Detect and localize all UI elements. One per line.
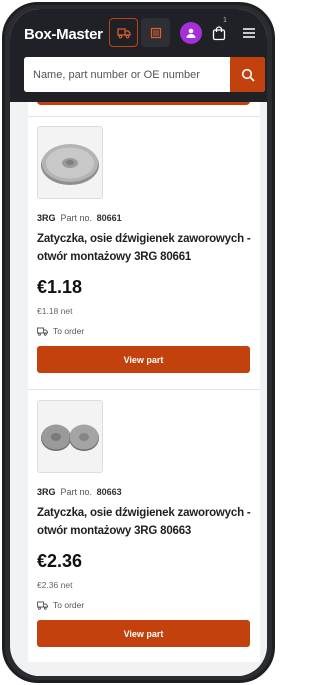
vehicle-button[interactable] — [109, 18, 138, 47]
availability-label: To order — [53, 326, 85, 336]
product-list: 3RG Part no. 80661 Zatyczka, osie dźwigie… — [28, 102, 260, 676]
logo[interactable]: Box-Master — [24, 26, 103, 43]
part-number: 80663 — [96, 487, 122, 497]
app-header: Box-Master 1 — [10, 9, 267, 102]
divider — [28, 389, 260, 390]
part-no-label: Part no. — [60, 487, 93, 497]
user-avatar[interactable] — [180, 22, 202, 44]
brand-label: 3RG — [37, 487, 56, 497]
divider — [28, 116, 260, 117]
menu-button[interactable] — [239, 23, 259, 43]
product-price: €2.36 — [37, 551, 83, 571]
double-plug-image — [41, 424, 99, 451]
phone-mockup: Box-Master 1 Name, part number or OE num… — [0, 0, 277, 685]
part-no-label: Part no. — [60, 213, 93, 223]
view-part-button[interactable]: View part — [37, 346, 250, 373]
garage-button[interactable] — [141, 18, 170, 47]
garage-icon — [150, 27, 161, 38]
product-image[interactable] — [37, 400, 103, 473]
part-meta: 3RG Part no. 80663 — [37, 487, 122, 497]
part-meta: 3RG Part no. 80661 — [37, 213, 122, 223]
part-number: 80661 — [96, 213, 122, 223]
single-plug-image — [41, 143, 99, 185]
availability: To order — [37, 326, 84, 336]
product-card: 3RG Part no. 80661 Zatyczka, osie dźwigie… — [28, 126, 260, 391]
search-button[interactable] — [230, 57, 265, 92]
previous-view-part-button[interactable] — [37, 102, 250, 105]
cart-icon — [212, 25, 226, 40]
product-title[interactable]: Zatyczka, osie dźwigienek zaworowych - o… — [37, 504, 252, 540]
search-bar — [24, 57, 265, 92]
search-icon — [241, 68, 255, 82]
availability-label: To order — [53, 600, 85, 610]
net-price: €2.36 net — [37, 580, 73, 590]
cart-count-badge: 1 — [223, 17, 227, 24]
truck-icon — [116, 27, 131, 38]
view-part-button[interactable]: View part — [37, 620, 250, 647]
product-title[interactable]: Zatyczka, osie dźwigienek zaworowych - o… — [37, 230, 252, 266]
hamburger-icon — [243, 28, 255, 38]
device-frame: Box-Master 1 Name, part number or OE num… — [2, 2, 275, 683]
product-image[interactable] — [37, 126, 103, 199]
truck-icon — [37, 327, 48, 336]
user-icon — [186, 28, 196, 38]
screen: Box-Master 1 Name, part number or OE num… — [10, 9, 267, 676]
cart-button[interactable] — [209, 22, 229, 44]
availability: To order — [37, 600, 84, 610]
net-price: €1.18 net — [37, 306, 73, 316]
truck-icon — [37, 601, 48, 610]
brand-label: 3RG — [37, 213, 56, 223]
product-price: €1.18 — [37, 277, 83, 297]
search-input[interactable] — [24, 57, 229, 92]
product-card: 3RG Part no. 80663 Zatyczka, osie dźwigie… — [28, 400, 260, 665]
screen-bottom — [10, 662, 267, 676]
